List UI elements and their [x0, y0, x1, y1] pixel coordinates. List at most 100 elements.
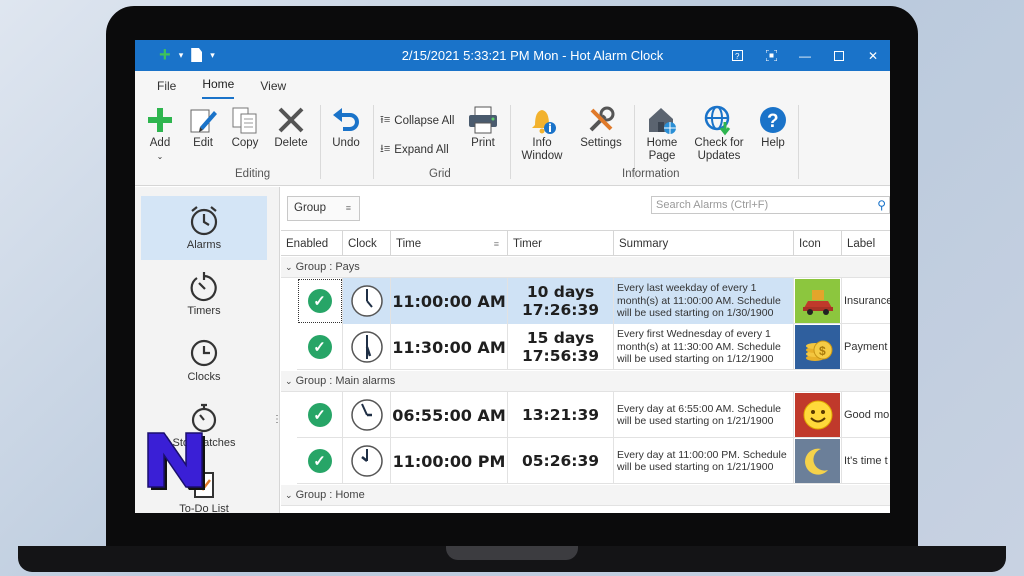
enabled-cell[interactable]: ✓	[297, 438, 343, 484]
tools-icon	[576, 103, 626, 137]
check-updates-label-1: Check for	[694, 137, 744, 149]
table-row[interactable]: ✓ 06:55:00 AM 13:21:39 Every day at 6:55…	[297, 392, 890, 438]
help-icon[interactable]: ?	[720, 40, 754, 71]
column-header-label[interactable]: Label	[842, 230, 890, 256]
title-bar: + ▾ ▾ 2/15/2021 5:33:21 PM Mon - Hot Ala…	[135, 40, 890, 71]
timer-days: 10 days	[526, 283, 595, 301]
add-button[interactable]: Add ⌄	[145, 103, 175, 163]
search-input[interactable]: Search Alarms (Ctrl+F) ⚲	[651, 196, 890, 214]
clock-cell	[343, 392, 391, 438]
nav-item-clocks[interactable]: Clocks	[141, 328, 267, 392]
analog-clock-icon	[350, 285, 383, 317]
group-row-home[interactable]: ⌄ Group : Home	[281, 485, 890, 506]
column-header-time[interactable]: Time ≡	[391, 230, 508, 256]
clock-cell	[343, 278, 391, 324]
icon-cell	[794, 278, 842, 324]
enabled-cell[interactable]: ✓	[297, 324, 343, 370]
copy-label: Copy	[231, 137, 259, 149]
home-page-label-2: Page	[648, 150, 676, 162]
information-group-label: Information	[622, 168, 680, 180]
info-window-label-1: Info	[532, 137, 552, 149]
alarm-time: 11:00:00 AM	[392, 291, 506, 311]
timer-cell: 10 days 17:26:39	[508, 278, 614, 324]
print-label: Print	[471, 137, 495, 149]
check-updates-button[interactable]: Check for Updates	[691, 103, 747, 163]
group-title: Group : Main alarms	[295, 375, 396, 387]
alarm-time: 11:30:00 AM	[392, 337, 506, 357]
add-icon	[145, 103, 175, 137]
smiley-icon	[795, 393, 840, 437]
nav-label-alarms: Alarms	[186, 239, 222, 251]
check-icon[interactable]: ✓	[307, 403, 332, 427]
timer-time: 13:21:39	[521, 406, 600, 424]
column-header-enabled[interactable]: Enabled	[281, 230, 343, 256]
home-icon	[641, 103, 683, 137]
printer-icon	[465, 103, 501, 137]
collapse-chevron-icon[interactable]: ⌄	[285, 262, 293, 272]
analog-clock-icon	[350, 399, 383, 431]
icon-cell: $	[794, 324, 842, 370]
table-row[interactable]: ✓ 11:30:00 AM 15 days 17:56:39 Every fir…	[297, 324, 890, 370]
fullscreen-icon[interactable]	[754, 40, 788, 71]
print-button[interactable]: Print	[465, 103, 501, 150]
bell-info-icon	[518, 103, 566, 137]
settings-button[interactable]: Settings	[576, 103, 626, 150]
icon-cell	[794, 392, 842, 438]
check-icon[interactable]: ✓	[307, 289, 332, 313]
collapse-chevron-icon[interactable]: ⌄	[285, 376, 293, 386]
table-row[interactable]: ✓ 11:00:00 PM 05:26:39 Every day at 11:0…	[297, 438, 890, 484]
nav-item-timers[interactable]: Timers	[141, 262, 267, 326]
nav-label-clocks: Clocks	[187, 371, 221, 383]
time-cell: 11:00:00 AM	[391, 278, 508, 324]
column-header-icon[interactable]: Icon	[794, 230, 842, 256]
summary-cell: Every day at 11:00:00 PM. Schedule will …	[614, 438, 794, 484]
check-icon[interactable]: ✓	[307, 335, 332, 359]
column-header-clock[interactable]: Clock	[343, 230, 391, 256]
timer-cell: 05:26:39	[508, 438, 614, 484]
collapse-icon: ⭱≡	[380, 114, 391, 126]
summary-cell: Every first Wednesday of every 1 month(s…	[614, 324, 794, 370]
car-icon	[795, 279, 840, 323]
sort-icon: ≡	[345, 203, 351, 213]
timer-time: 17:26:39	[521, 301, 600, 319]
group-row-pays[interactable]: ⌄ Group : Pays	[281, 257, 890, 278]
enabled-cell[interactable]: ✓	[297, 392, 343, 438]
expand-all-button[interactable]: ⭳≡ Expand All	[380, 140, 449, 159]
maximize-button[interactable]	[822, 40, 856, 71]
enabled-cell[interactable]: ✓	[297, 278, 343, 324]
clock-icon	[141, 328, 267, 368]
tab-file[interactable]: File	[157, 79, 176, 99]
table-row[interactable]: ✓ 11:00:00 AM 10 days 17:26:39 Every las…	[297, 278, 890, 324]
delete-button[interactable]: Delete	[271, 103, 311, 150]
group-button[interactable]: Group ≡	[287, 196, 360, 221]
search-icon[interactable]: ⚲	[877, 198, 886, 212]
column-header-timer[interactable]: Timer	[508, 230, 614, 256]
label-cell: Insurance	[844, 295, 890, 307]
summary-cell: Every day at 6:55:00 AM. Schedule will b…	[614, 392, 794, 438]
collapse-all-button[interactable]: ⭱≡ Collapse All	[380, 111, 454, 130]
edit-button[interactable]: Edit	[186, 103, 220, 150]
copy-button[interactable]: Copy	[228, 103, 262, 150]
column-header-summary[interactable]: Summary	[614, 230, 794, 256]
info-window-button[interactable]: Info Window	[518, 103, 566, 163]
group-title: Group : Home	[295, 489, 365, 501]
close-button[interactable]: ✕	[856, 40, 890, 71]
ribbon-tabs: File Home View	[135, 71, 890, 99]
svg-text:?: ?	[735, 52, 740, 61]
check-icon[interactable]: ✓	[307, 449, 332, 473]
undo-button[interactable]: Undo	[327, 103, 365, 150]
timer-days: 15 days	[526, 329, 595, 347]
tab-home[interactable]: Home	[202, 77, 235, 99]
minimize-button[interactable]: —	[788, 40, 822, 71]
search-placeholder: Search Alarms (Ctrl+F)	[656, 199, 769, 211]
tab-view[interactable]: View	[260, 79, 286, 99]
help-button[interactable]: ? Help	[755, 103, 791, 150]
group-row-main-alarms[interactable]: ⌄ Group : Main alarms	[281, 371, 890, 392]
collapse-chevron-icon[interactable]: ⌄	[285, 490, 293, 500]
label-cell: It's time t	[844, 455, 888, 467]
edit-label: Edit	[193, 137, 213, 149]
home-page-button[interactable]: Home Page	[641, 103, 683, 163]
home-page-label-1: Home	[646, 137, 678, 149]
nav-item-alarms[interactable]: Alarms	[141, 196, 267, 260]
timer-icon	[141, 262, 267, 302]
